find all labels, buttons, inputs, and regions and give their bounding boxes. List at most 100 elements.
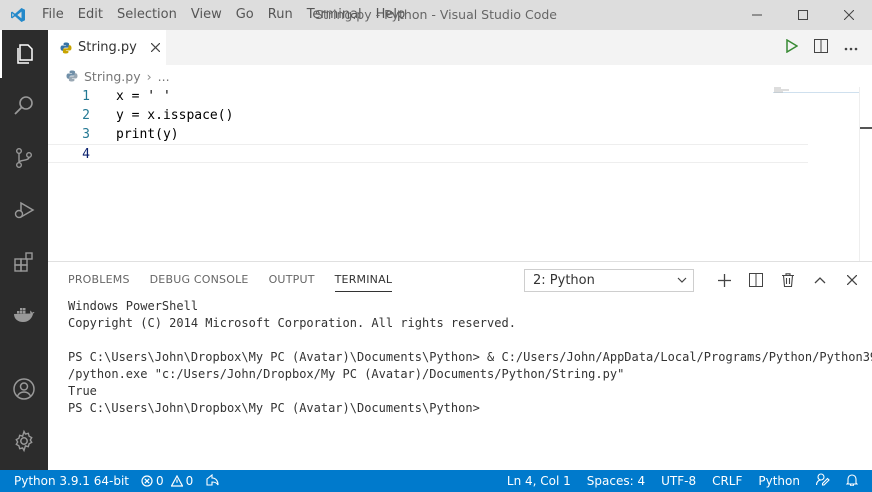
minimize-icon	[752, 14, 762, 16]
status-bar: Python 3.9.1 64-bit 0 0 Ln 4, Col 1 Spac…	[0, 470, 872, 492]
terminal-output[interactable]: Windows PowerShell Copyright (C) 2014 Mic…	[68, 298, 872, 417]
chevron-up-icon	[814, 277, 826, 284]
code-line-current: 4	[48, 144, 808, 163]
language-mode-status[interactable]: Python	[758, 474, 800, 488]
bottom-panel: PROBLEMS DEBUG CONSOLE OUTPUT TERMINAL 2…	[48, 261, 872, 470]
kill-terminal-button[interactable]	[772, 273, 804, 287]
maximize-icon	[798, 10, 808, 20]
search-icon	[14, 96, 33, 115]
code-text: y = x.isspace()	[116, 108, 234, 123]
search-button[interactable]	[0, 82, 48, 130]
eol-status[interactable]: CRLF	[712, 474, 742, 488]
indentation-status[interactable]: Spaces: 4	[587, 474, 645, 488]
run-debug-button[interactable]	[0, 186, 48, 234]
encoding-status[interactable]: UTF-8	[661, 474, 696, 488]
code-line: 3 print(y)	[48, 125, 808, 144]
run-python-file-button[interactable]	[786, 38, 799, 57]
tab-debug-console[interactable]: DEBUG CONSOLE	[150, 262, 249, 298]
source-control-button[interactable]	[0, 134, 48, 182]
window-controls	[734, 0, 872, 30]
split-editor-icon	[814, 38, 828, 53]
line-number: 1	[82, 89, 90, 104]
docker-icon	[14, 308, 35, 322]
explorer-button[interactable]	[0, 30, 48, 78]
split-editor-button[interactable]	[814, 38, 828, 57]
extensions-icon	[14, 252, 33, 272]
terminal-line: PS C:\Users\John\Dropbox\My PC (Avatar)\…	[68, 350, 872, 364]
line-number: 2	[82, 108, 90, 123]
maximize-panel-button[interactable]	[804, 276, 836, 284]
warning-icon	[170, 475, 183, 487]
editor-actions	[786, 30, 858, 65]
chevron-down-icon	[677, 270, 687, 298]
tab-close-button[interactable]	[150, 40, 161, 56]
python-file-icon	[66, 70, 78, 82]
warning-count: 0	[185, 474, 194, 488]
code-text: x = ' '	[116, 89, 171, 104]
activity-bar	[0, 30, 48, 470]
terminal-select[interactable]: 2: Python	[524, 269, 694, 292]
close-panel-button[interactable]	[836, 275, 868, 285]
extensions-button[interactable]	[0, 238, 48, 286]
terminal-line: Copyright (C) 2014 Microsoft Corporation…	[68, 316, 516, 330]
split-terminal-button[interactable]	[740, 273, 772, 287]
menu-go[interactable]: Go	[229, 0, 261, 30]
tab-problems[interactable]: PROBLEMS	[68, 262, 130, 298]
menu-selection[interactable]: Selection	[110, 0, 184, 30]
python-interpreter-status[interactable]: Python 3.9.1 64-bit	[14, 474, 129, 488]
tab-string-py[interactable]: String.py	[48, 30, 166, 65]
title-bar: File Edit Selection View Go Run Terminal…	[0, 0, 872, 30]
trash-icon	[782, 273, 794, 287]
vscode-logo-icon	[0, 0, 35, 30]
menu-file[interactable]: File	[35, 0, 71, 30]
close-icon	[844, 10, 854, 20]
menu-terminal[interactable]: Terminal	[300, 0, 369, 30]
code-line: 2 y = x.isspace()	[48, 106, 808, 125]
docker-button[interactable]	[0, 290, 48, 338]
code-editor[interactable]: 1 x = ' ' 2 y = x.isspace() 3 print(y) 4	[48, 87, 860, 261]
feedback-icon	[815, 473, 830, 486]
plus-icon	[717, 273, 731, 287]
terminal-line: True	[68, 384, 97, 398]
feedback-button[interactable]	[815, 473, 830, 489]
terminal-line: PS C:\Users\John\Dropbox\My PC (Avatar)\…	[68, 401, 480, 415]
manage-button[interactable]	[0, 417, 48, 465]
more-actions-button[interactable]	[844, 40, 858, 55]
breadcrumb-file[interactable]: String.py	[84, 69, 141, 84]
panel-tabs: PROBLEMS DEBUG CONSOLE OUTPUT TERMINAL	[68, 262, 412, 298]
ellipsis-icon	[844, 47, 858, 51]
cursor-position-status[interactable]: Ln 4, Col 1	[507, 474, 571, 488]
line-number: 4	[82, 147, 90, 162]
scrollbar-thumb[interactable]	[860, 127, 872, 129]
menu-edit[interactable]: Edit	[71, 0, 110, 30]
accounts-button[interactable]	[0, 365, 48, 413]
code-line: 1 x = ' '	[48, 87, 808, 106]
breadcrumb-symbols[interactable]: ...	[158, 69, 170, 84]
editor-tab-bar: String.py	[48, 30, 872, 65]
new-terminal-button[interactable]	[708, 273, 740, 287]
minimap-code-preview	[774, 87, 789, 93]
notifications-button[interactable]	[845, 473, 859, 489]
menu-run[interactable]: Run	[261, 0, 300, 30]
minimap[interactable]	[773, 87, 859, 261]
editor-scrollbar[interactable]	[859, 87, 872, 261]
debug-icon	[14, 201, 35, 219]
account-icon	[13, 378, 35, 400]
tab-terminal[interactable]: TERMINAL	[334, 262, 393, 292]
problems-status[interactable]: 0 0	[141, 474, 193, 488]
minimize-button[interactable]	[734, 0, 780, 30]
tab-output[interactable]: OUTPUT	[269, 262, 315, 298]
play-icon	[786, 38, 799, 53]
terminal-select-value: 2: Python	[533, 273, 595, 288]
close-icon	[150, 42, 161, 52]
maximize-button[interactable]	[780, 0, 826, 30]
error-count: 0	[156, 474, 164, 488]
menu-help[interactable]: Help	[369, 0, 413, 30]
menu-view[interactable]: View	[184, 0, 229, 30]
live-share-icon	[206, 473, 219, 486]
chevron-right-icon: ›	[146, 68, 152, 84]
close-window-button[interactable]	[826, 0, 872, 30]
live-share-button[interactable]	[205, 473, 219, 489]
terminal-line: /python.exe "c:/Users/John/Dropbox/My PC…	[68, 367, 625, 381]
